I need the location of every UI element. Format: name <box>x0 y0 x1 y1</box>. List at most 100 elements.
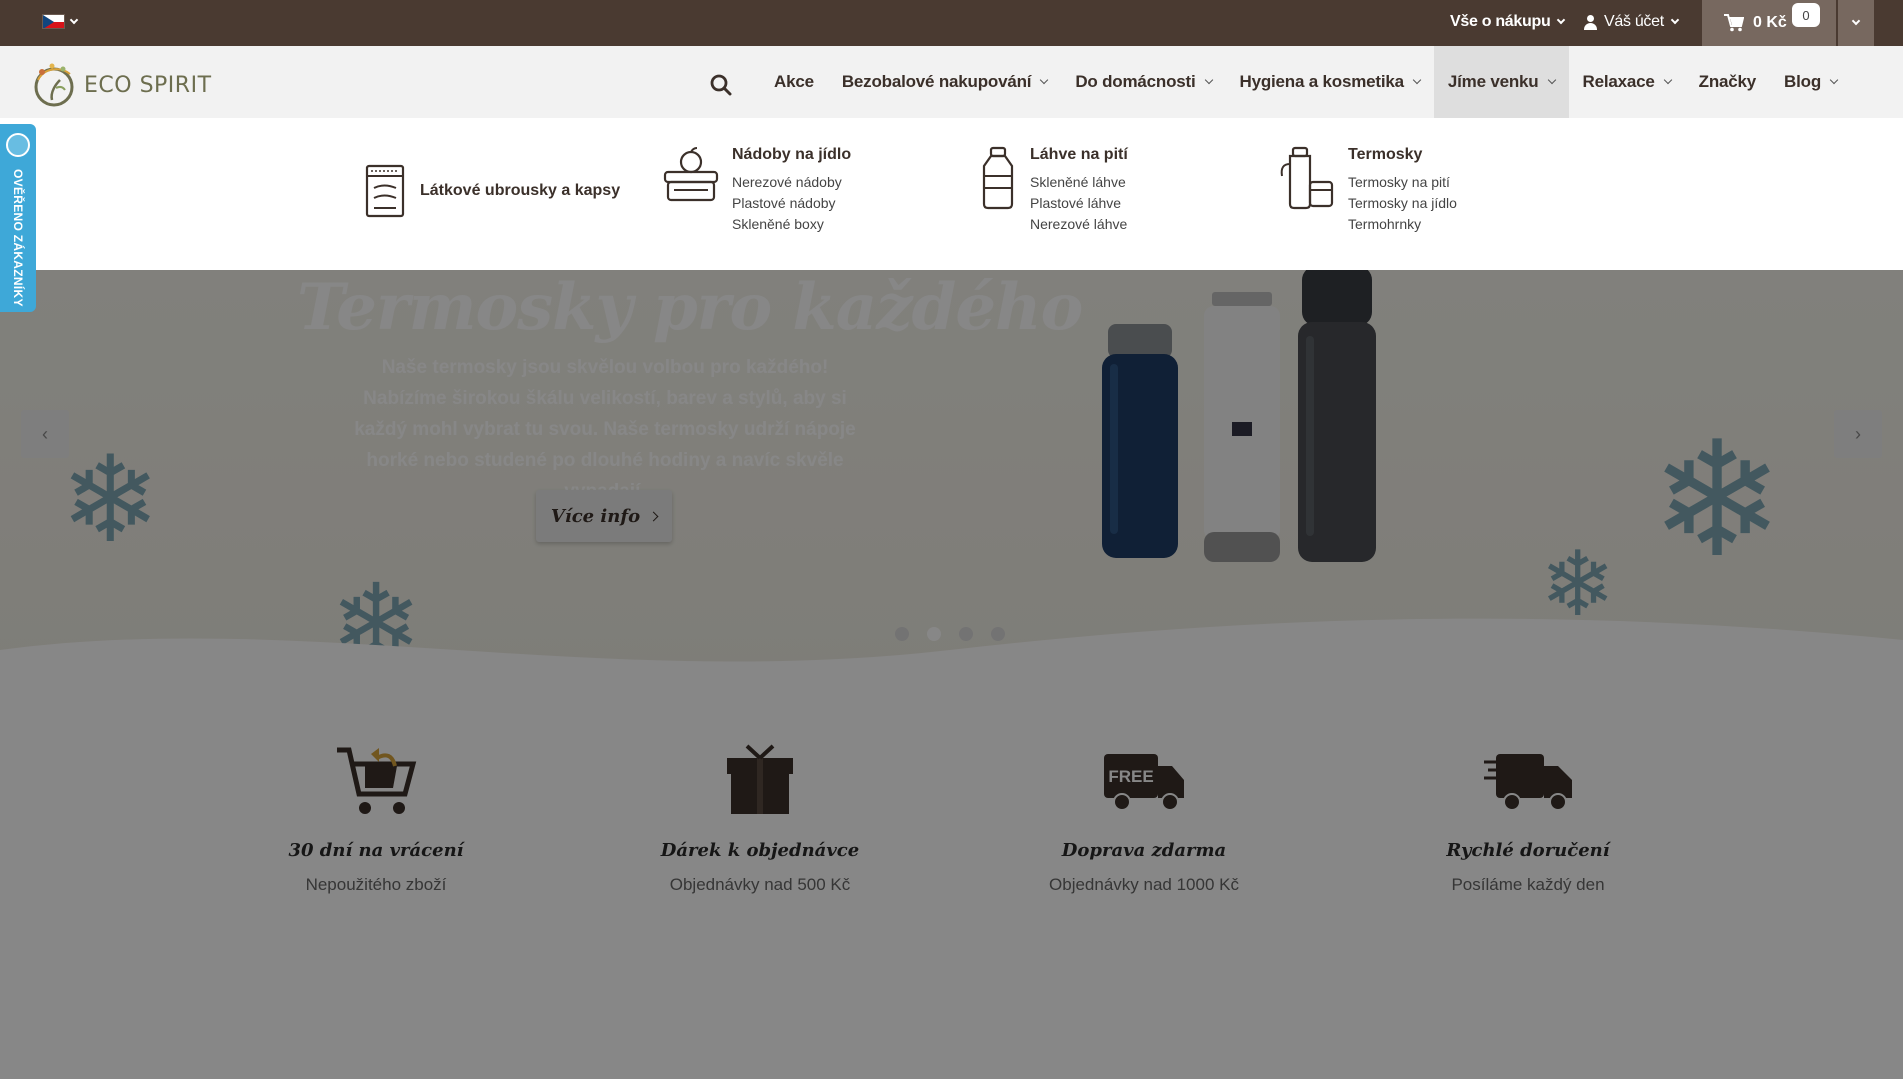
nav-item-akce[interactable]: Akce <box>760 46 828 118</box>
hero-title: Termosky pro každého <box>297 270 1083 345</box>
nav-item-do-domacnosti[interactable]: Do domácnosti <box>1061 46 1225 118</box>
account-menu[interactable]: Váš účet <box>1584 13 1680 31</box>
chevron-right-icon <box>648 511 659 521</box>
chevron-down-icon <box>1204 75 1213 85</box>
logo-text: ECO SPIRIT <box>84 72 212 98</box>
chevron-right-icon: › <box>1855 423 1861 444</box>
cart-button[interactable]: 0 Kč 0 <box>1702 0 1836 46</box>
cart-count-badge: 0 <box>1792 3 1820 27</box>
mega-menu: Látkové ubrousky a kapsy Nádoby na jídlo… <box>0 118 1903 270</box>
shopping-info-label: Vše o nákupu <box>1450 13 1551 30</box>
language-switcher[interactable] <box>42 14 79 29</box>
nav-item-jime-venku[interactable]: Jíme venku <box>1433 46 1569 118</box>
feature-title: Doprava zdarma <box>1061 840 1227 861</box>
slider-next-button[interactable]: › <box>1834 410 1882 458</box>
feature-title: Rychlé doručení <box>1446 840 1610 861</box>
chevron-down-icon <box>1412 75 1422 85</box>
czech-flag-icon <box>42 14 65 29</box>
search-icon <box>710 74 732 96</box>
mega-title[interactable]: Termosky <box>1348 146 1457 164</box>
account-label: Váš účet <box>1604 13 1664 30</box>
verified-customers-badge[interactable]: OVĚŘENO ZÁKAZNÍKY <box>0 124 36 312</box>
mega-link[interactable]: Plastové nádoby <box>732 193 851 214</box>
nav-label: Jíme venku <box>1447 72 1539 91</box>
mega-column-latkove[interactable]: Látkové ubrousky a kapsy <box>362 162 620 220</box>
feature-title: Dárek k objednávce <box>660 840 860 861</box>
cart-return-icon <box>337 747 417 814</box>
nav-label: Bezobalové nakupování <box>841 72 1032 91</box>
fabric-bag-icon <box>365 164 405 218</box>
chevron-down-icon <box>1547 75 1556 85</box>
top-bar: Vše o nákupu Váš účet 0 Kč 0 <box>0 0 1903 46</box>
mega-link[interactable]: Nerezové láhve <box>1030 214 1128 235</box>
thermos-icon <box>1280 146 1334 210</box>
hero-slider: ❄ ❄ ❄ ❄ Termosky pro každého Naše termos… <box>0 270 1903 680</box>
slider-prev-button[interactable]: ‹ <box>21 410 69 458</box>
mega-link[interactable]: Plastové láhve <box>1030 193 1128 214</box>
nav-label: Blog <box>1784 72 1821 91</box>
feature-gift: Dárek k objednávce Objednávky nad 500 Kč <box>610 740 910 895</box>
nav-item-znacky[interactable]: Značky <box>1685 46 1770 118</box>
mega-link[interactable]: Skleněné boxy <box>732 214 851 235</box>
shopping-info-menu[interactable]: Vše o nákupu <box>1450 13 1566 31</box>
cart-dropdown-toggle[interactable] <box>1838 0 1874 46</box>
chevron-down-icon <box>1829 75 1839 85</box>
free-badge: FREE <box>1108 767 1153 786</box>
more-info-label: Více info <box>550 505 641 527</box>
nav-item-relaxace[interactable]: Relaxace <box>1569 46 1685 118</box>
chevron-down-icon <box>1040 75 1049 85</box>
search-button[interactable] <box>710 74 732 101</box>
main-nav: Akce Bezobalové nakupování Do domácnosti… <box>760 46 1851 118</box>
logo[interactable]: ECO SPIRIT <box>30 60 212 110</box>
mega-column-nadoby: Nádoby na jídlo Nerezové nádoby Plastové… <box>662 146 851 235</box>
mega-title[interactable]: Láhve na pití <box>1030 146 1128 164</box>
snowflake-decoration: ❄ <box>1650 410 1785 589</box>
gift-icon <box>727 744 793 814</box>
mega-title: Látkové ubrousky a kapsy <box>420 182 621 199</box>
mega-column-body: Termosky Termosky na pití Termosky na jí… <box>1348 146 1457 235</box>
mega-column-body: Láhve na pití Skleněné láhve Plastové lá… <box>1030 146 1128 235</box>
nav-item-hygiena[interactable]: Hygiena a kosmetika <box>1226 46 1434 118</box>
chevron-down-icon <box>1557 15 1566 25</box>
more-info-button[interactable]: Více info <box>536 490 672 542</box>
verified-seal-icon <box>6 133 30 157</box>
bottle-icon <box>982 146 1014 210</box>
hero-wave-divider <box>0 618 1903 680</box>
mega-column-lahve: Láhve na pití Skleněné láhve Plastové lá… <box>978 146 1128 235</box>
chevron-down-icon <box>69 15 79 24</box>
mega-title[interactable]: Nádoby na jídlo <box>732 146 851 164</box>
mega-link[interactable]: Termosky na jídlo <box>1348 193 1457 214</box>
mega-column-termosky: Termosky Termosky na pití Termosky na jí… <box>1276 146 1457 235</box>
feature-returns: 30 dní na vrácení Nepoužitého zboží <box>226 740 526 895</box>
feature-subtitle: Posíláme každý den <box>1451 875 1605 894</box>
fast-delivery-truck-icon <box>1484 754 1572 811</box>
nav-item-blog[interactable]: Blog <box>1770 46 1851 118</box>
lunchbox-icon <box>663 147 719 202</box>
cart-icon <box>1724 14 1744 32</box>
user-icon <box>1584 14 1597 30</box>
nav-item-bezobalove[interactable]: Bezobalové nakupování <box>828 46 1061 118</box>
mega-link[interactable]: Termohrnky <box>1348 214 1457 235</box>
feature-subtitle: Objednávky nad 500 Kč <box>669 875 851 894</box>
main-header: ECO SPIRIT Akce Bezobalové nakupování Do… <box>0 46 1903 118</box>
hero-text: Naše termosky jsou skvělou volbou pro ka… <box>354 357 856 502</box>
chevron-down-icon <box>1670 15 1680 25</box>
chevron-down-icon <box>1663 75 1672 85</box>
nav-label: Hygiena a kosmetika <box>1239 72 1405 91</box>
mega-link[interactable]: Nerezové nádoby <box>732 172 851 193</box>
nav-label: Relaxace <box>1582 72 1655 91</box>
mega-column-body: Nádoby na jídlo Nerezové nádoby Plastové… <box>732 146 851 235</box>
feature-title: 30 dní na vrácení <box>288 840 464 861</box>
cart-total: 0 Kč <box>1753 14 1787 31</box>
chevron-left-icon: ‹ <box>42 423 48 444</box>
nav-label: Do domácnosti <box>1075 72 1196 91</box>
mega-link[interactable]: Skleněné láhve <box>1030 172 1128 193</box>
feature-subtitle: Nepoužitého zboží <box>305 875 447 894</box>
mega-link[interactable]: Termosky na pití <box>1348 172 1457 193</box>
free-delivery-truck-icon: FREE <box>1104 754 1184 811</box>
white-thermos-image <box>1204 292 1280 562</box>
snowflake-decoration: ❄ <box>60 433 161 567</box>
nav-label: Značky <box>1698 72 1757 91</box>
feature-fast-delivery: Rychlé doručení Posíláme každý den <box>1378 740 1678 895</box>
nav-label: Akce <box>774 72 814 91</box>
